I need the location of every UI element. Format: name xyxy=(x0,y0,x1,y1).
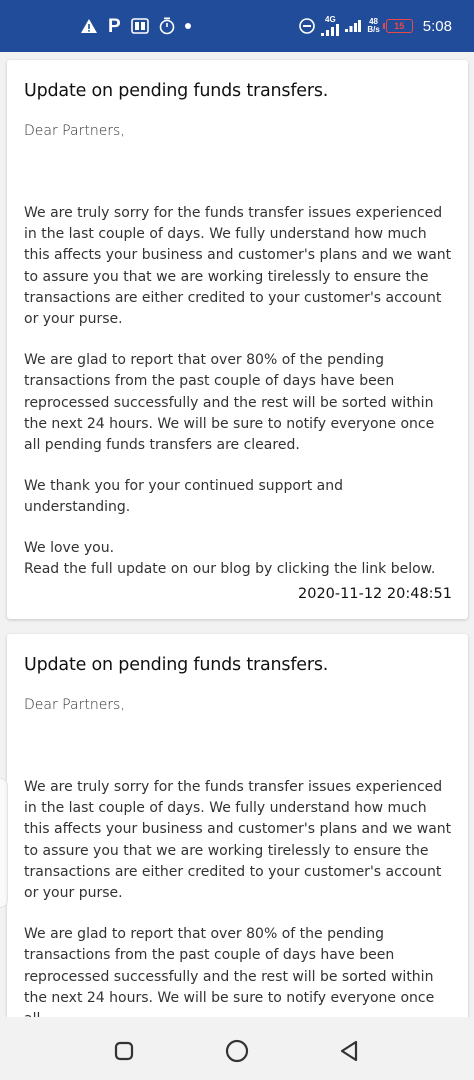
p-app-icon: P xyxy=(108,15,121,37)
timer-icon xyxy=(159,17,175,35)
notification-salutation: Dear Partners, xyxy=(24,697,125,713)
edge-panel-handle[interactable] xyxy=(0,778,8,908)
notification-paragraph: We are truly sorry for the funds transfe… xyxy=(24,205,452,328)
battery-level: 15 xyxy=(394,21,405,31)
signal-icon: 4G xyxy=(321,15,340,36)
do-not-disturb-icon xyxy=(299,18,316,34)
dot-icon xyxy=(184,23,191,29)
home-icon[interactable] xyxy=(223,1037,251,1065)
notification-title: Update on pending funds transfers. xyxy=(24,655,329,675)
network-speed-unit: B/s xyxy=(367,25,380,34)
back-icon[interactable] xyxy=(335,1037,363,1065)
sim-icon xyxy=(130,18,149,34)
clock: 5:08 xyxy=(422,17,452,35)
notification-timestamp: 2020-11-12 20:48:51 xyxy=(298,586,452,603)
notification-closing: We love you. xyxy=(24,539,115,556)
notification-paragraph: We thank you for your continued support … xyxy=(24,478,344,516)
notification-salutation: Dear Partners, xyxy=(24,123,125,139)
signal-icon xyxy=(345,20,362,32)
notification-paragraph: We are truly sorry for the funds transfe… xyxy=(24,779,452,902)
network-type: 4G xyxy=(325,15,336,24)
battery-icon: 15 xyxy=(382,19,413,33)
notification-paragraph: We are glad to report that over 80% of t… xyxy=(24,926,435,1017)
network-speed: 48 B/s xyxy=(367,18,379,34)
status-notification-icons: P xyxy=(80,14,191,38)
status-system-icons: 4G 48 B/s 15 5:08 xyxy=(299,14,452,38)
status-bar: P 4G 48 B/s 15 5:08 xyxy=(0,0,474,52)
notification-card[interactable]: Update on pending funds transfers. Dear … xyxy=(7,634,468,1017)
notification-paragraph: We are glad to report that over 80% of t… xyxy=(24,352,435,454)
notification-card[interactable]: Update on pending funds transfers. Dear … xyxy=(7,60,468,619)
notification-title: Update on pending funds transfers. xyxy=(24,81,329,101)
warning-icon xyxy=(80,18,98,34)
recent-apps-icon[interactable] xyxy=(110,1037,138,1065)
notification-blog-hint: Read the full update on our blog by clic… xyxy=(24,560,436,577)
notification-list[interactable]: Update on pending funds transfers. Dear … xyxy=(0,52,474,1017)
navigation-bar xyxy=(0,1017,474,1080)
